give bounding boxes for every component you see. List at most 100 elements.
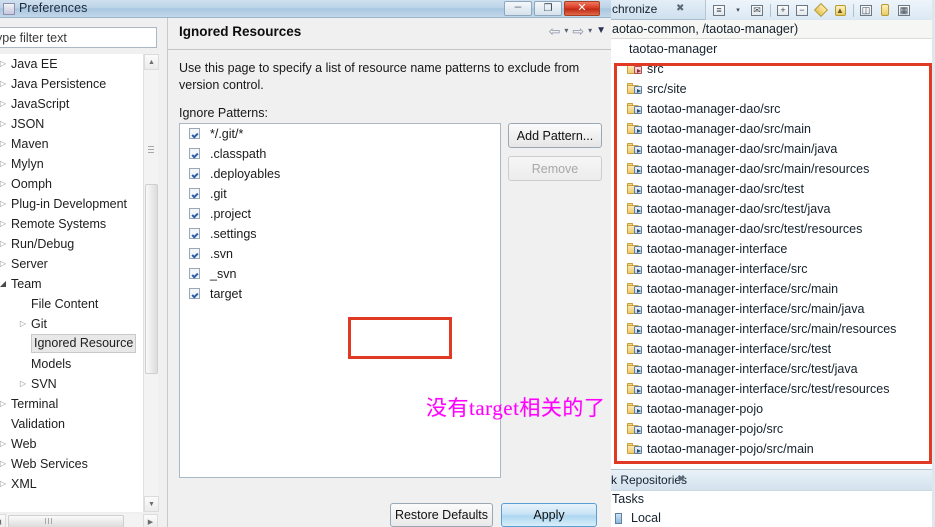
pref-tree-item-xml[interactable]: ▷ XML <box>0 474 157 494</box>
pattern-checkbox[interactable] <box>189 248 200 259</box>
preferences-tree[interactable]: ▷ Java EE ▷ Java Persistence ▷ JavaScript ▷ JSO… <box>0 54 157 512</box>
resource-tree-row[interactable]: taotao-manager-pojo/src/main <box>611 439 935 459</box>
chevron-right-icon[interactable]: ▷ <box>17 374 29 394</box>
pattern-row[interactable]: _svn <box>180 264 500 284</box>
scroll-left-arrow-icon[interactable]: ◀ <box>0 514 6 527</box>
close-button[interactable]: ✕ <box>564 1 600 16</box>
chevron-right-icon[interactable]: ▷ <box>17 314 29 334</box>
resource-tree-row[interactable]: taotao-manager-interface/src/main/java <box>611 299 935 319</box>
minimize-button[interactable]: – <box>504 0 532 16</box>
pin-icon[interactable] <box>876 2 894 18</box>
forward-history-caret-icon[interactable]: ▾ <box>588 27 592 35</box>
pattern-row[interactable]: .classpath <box>180 144 500 164</box>
tab-synchronize[interactable]: chronize <box>612 2 657 16</box>
maximize-button[interactable]: ❐ <box>534 1 562 16</box>
chevron-right-icon[interactable]: ▷ <box>0 74 9 94</box>
resource-tree-row[interactable]: taotao-manager-pojo <box>611 399 935 419</box>
local-repository-item[interactable]: Local <box>615 511 661 525</box>
resource-tree-row[interactable]: taotao-manager-interface/src/test <box>611 339 935 359</box>
pref-tree-item-java-persistence[interactable]: ▷ Java Persistence <box>0 74 157 94</box>
restore-defaults-button[interactable]: Restore Defaults <box>390 503 493 527</box>
chevron-right-icon[interactable]: ▷ <box>0 394 9 414</box>
pref-tree-item-svn[interactable]: ▷ SVN <box>0 374 157 394</box>
ignore-patterns-list[interactable]: */.git/* .classpath .deployables .git .proje… <box>179 123 501 478</box>
pref-tree-item-validation[interactable]: Validation <box>0 414 157 434</box>
chevron-right-icon[interactable]: ▷ <box>0 174 9 194</box>
open-mail-icon[interactable]: ✉ <box>748 2 766 18</box>
close-icon[interactable]: ✖ <box>677 474 685 485</box>
tree-vertical-scrollbar[interactable]: ▲ ▼ <box>143 54 159 512</box>
pref-tree-item-maven[interactable]: ▷ Maven <box>0 134 157 154</box>
pref-tree-item-models[interactable]: Models <box>0 354 157 374</box>
pattern-checkbox[interactable] <box>189 208 200 219</box>
chevron-right-icon[interactable]: ▷ <box>0 214 9 234</box>
pattern-checkbox[interactable] <box>189 288 200 299</box>
page-menu-caret-icon[interactable]: ▼ <box>596 26 606 36</box>
expand-all-icon[interactable]: + <box>774 2 792 18</box>
pref-tree-item-run-debug[interactable]: ▷ Run/Debug <box>0 234 157 254</box>
pattern-row[interactable]: .git <box>180 184 500 204</box>
chevron-right-icon[interactable]: ▷ <box>0 454 9 474</box>
resource-tree-row[interactable]: taotao-manager-dao/src/test/java <box>611 199 935 219</box>
resource-tree-row[interactable]: taotao-manager-interface <box>611 239 935 259</box>
chevron-right-icon[interactable]: ▷ <box>0 114 9 134</box>
pref-tree-item-plug-in-development[interactable]: ▷ Plug-in Development <box>0 194 157 214</box>
synchronize-resource-tree[interactable]: taotao-manager src src/site taotao-manager… <box>611 39 935 469</box>
resource-tree-row[interactable]: taotao-manager-pojo/src <box>611 419 935 439</box>
pattern-row[interactable]: */.git/* <box>180 124 500 144</box>
hscrollbar-thumb[interactable] <box>8 515 124 527</box>
pattern-checkbox[interactable] <box>189 228 200 239</box>
resource-tree-row[interactable]: taotao-manager-interface/src/test/java <box>611 359 935 379</box>
pref-tree-item-mylyn[interactable]: ▷ Mylyn <box>0 154 157 174</box>
pattern-checkbox[interactable] <box>189 188 200 199</box>
pref-tree-item-json[interactable]: ▷ JSON <box>0 114 157 134</box>
pattern-row[interactable]: .settings <box>180 224 500 244</box>
scroll-right-arrow-icon[interactable]: ▶ <box>143 514 158 527</box>
chevron-right-icon[interactable]: ▷ <box>0 54 9 74</box>
collapse-all-icon[interactable]: ≡ <box>710 2 728 18</box>
incoming-change-icon[interactable] <box>812 2 830 18</box>
scrollbar-thumb[interactable] <box>145 184 158 374</box>
back-history-caret-icon[interactable]: ▾ <box>564 27 568 35</box>
apply-button[interactable]: Apply <box>501 503 597 527</box>
pattern-row[interactable]: .deployables <box>180 164 500 184</box>
resource-tree-row[interactable]: taotao-manager-dao/src/test/resources <box>611 219 935 239</box>
chevron-down-icon[interactable]: ◢ <box>0 274 9 294</box>
chevron-right-icon[interactable]: ▷ <box>0 94 9 114</box>
dialog-titlebar[interactable]: Preferences – ❐ ✕ <box>0 0 611 18</box>
pref-tree-item-ignored-resource[interactable]: Ignored Resource <box>0 334 157 354</box>
resource-tree-row[interactable]: taotao-manager-interface/src/main <box>611 279 935 299</box>
pref-tree-item-web-services[interactable]: ▷ Web Services <box>0 454 157 474</box>
pref-tree-item-oomph[interactable]: ▷ Oomph <box>0 174 157 194</box>
resource-tree-row[interactable]: taotao-manager-interface/src/main/resour… <box>611 319 935 339</box>
pref-tree-item-java-ee[interactable]: ▷ Java EE <box>0 54 157 74</box>
chevron-right-icon[interactable]: ▷ <box>0 194 9 214</box>
close-icon[interactable]: ✖ <box>676 3 684 14</box>
resource-tree-row[interactable]: src <box>611 59 935 79</box>
pattern-checkbox[interactable] <box>189 168 200 179</box>
chevron-right-icon[interactable]: ▷ <box>0 254 9 274</box>
chevron-right-icon[interactable]: ▷ <box>0 134 9 154</box>
chevron-right-icon[interactable]: ▷ <box>0 154 9 174</box>
tree-root-item[interactable]: taotao-manager <box>611 39 935 59</box>
pattern-row[interactable]: .svn <box>180 244 500 264</box>
tree-horizontal-scrollbar[interactable]: ◀ ▶ <box>0 514 158 527</box>
arrow-left-icon[interactable]: ⇦ <box>549 24 561 38</box>
chevron-right-icon[interactable]: ▷ <box>0 474 9 494</box>
filter-input[interactable]: ype filter text <box>0 27 157 48</box>
add-pattern-button[interactable]: Add Pattern... <box>508 123 602 148</box>
pref-tree-item-team[interactable]: ◢ Team <box>0 274 157 294</box>
layout-icon[interactable]: ◫ <box>857 2 875 18</box>
pref-tree-item-remote-systems[interactable]: ▷ Remote Systems <box>0 214 157 234</box>
collapse-icon[interactable]: − <box>793 2 811 18</box>
resource-tree-row[interactable]: taotao-manager-interface/src/test/resour… <box>611 379 935 399</box>
pattern-row[interactable]: target <box>180 284 500 304</box>
resource-tree-row[interactable]: taotao-manager-dao/src/test <box>611 179 935 199</box>
pref-tree-item-file-content[interactable]: File Content <box>0 294 157 314</box>
outgoing-change-icon[interactable]: ▲ <box>831 2 849 18</box>
toolbar-dropdown-caret-icon[interactable]: ▾ <box>729 2 747 18</box>
arrow-right-icon[interactable]: ⇨ <box>572 24 584 38</box>
scroll-up-arrow-icon[interactable]: ▲ <box>144 54 159 70</box>
pattern-checkbox[interactable] <box>189 128 200 139</box>
resource-tree-row[interactable]: src/site <box>611 79 935 99</box>
